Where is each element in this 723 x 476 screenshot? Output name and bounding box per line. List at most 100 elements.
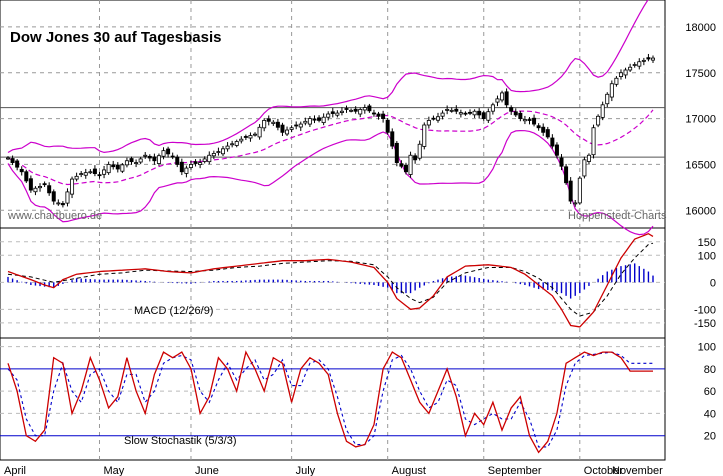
candle-body (88, 171, 93, 174)
macd-tick-label: 0 (710, 277, 716, 289)
watermark-left: www.chartbuero.de (7, 210, 102, 222)
candle-body (147, 155, 152, 159)
candle-body (156, 155, 161, 164)
stoch-tick-label: 100 (698, 342, 716, 354)
candle-body (532, 117, 537, 125)
candle-body (170, 155, 175, 158)
candle-body (596, 115, 601, 126)
candle-body (403, 164, 408, 173)
candle-body (138, 158, 143, 163)
candle-body (19, 168, 24, 173)
candle-body (271, 121, 276, 124)
candle-body (513, 111, 518, 116)
candle-body (243, 136, 248, 138)
y-axis-labels: 18000175001700016500160001501000-100-150… (685, 22, 716, 443)
candle-body (577, 177, 582, 204)
candle-body (234, 141, 239, 146)
candle-body (248, 135, 253, 139)
candle-body (321, 116, 326, 124)
chart-title: Dow Jones 30 auf Tagesbasis (10, 29, 221, 46)
candle-body (303, 120, 308, 124)
candle-body (79, 173, 84, 175)
candle-body (330, 111, 335, 114)
candle-body (24, 171, 29, 182)
candle-body (518, 112, 523, 119)
candle-body (65, 191, 70, 204)
month-label: April (4, 465, 26, 476)
candle-body (426, 120, 431, 126)
candle-body (120, 164, 125, 172)
candle-body (152, 156, 157, 162)
candle-body (385, 119, 390, 133)
candle-body (486, 111, 491, 121)
candle-body (641, 59, 646, 62)
candle-body (28, 178, 33, 191)
candle-body (536, 125, 541, 129)
candle-body (550, 137, 555, 147)
candle-body (344, 108, 349, 110)
candle-body (564, 166, 569, 184)
candle-body (70, 178, 75, 195)
candle-body (92, 168, 97, 174)
candle-body (605, 93, 610, 105)
candle-body (111, 164, 116, 168)
candle-body (541, 126, 546, 133)
candle-body (358, 109, 363, 115)
candle-body (184, 167, 189, 174)
candle-body (628, 66, 633, 71)
candle-body (339, 110, 344, 113)
candle-body (42, 183, 47, 186)
candle-body (298, 123, 303, 128)
candle-body (618, 72, 623, 77)
month-label: August (392, 465, 426, 476)
candle-body (161, 150, 166, 157)
stochastic-label: Slow Stochastik (5/3/3) (124, 435, 237, 447)
candle-body (6, 157, 11, 160)
candle-body (362, 107, 367, 111)
candle-body (399, 163, 404, 167)
candle-body (454, 108, 459, 112)
candle-body (335, 112, 340, 116)
candle-body (47, 185, 52, 194)
macd-tick-label: -100 (694, 304, 716, 316)
candle-body (275, 121, 280, 128)
candle-body (280, 124, 285, 133)
candle-body (285, 129, 290, 135)
candle-body (559, 157, 564, 167)
candle-body (646, 57, 651, 60)
candle-body (527, 119, 532, 121)
candle-body (431, 117, 436, 120)
candle-body (568, 180, 573, 202)
candle-body (422, 124, 427, 147)
candle-body (33, 187, 38, 193)
candle-body (262, 120, 267, 129)
candle-body (129, 158, 134, 163)
candle-body (83, 172, 88, 176)
macd-label: MACD (12/26/9) (134, 305, 213, 317)
candle-body (124, 160, 129, 166)
stoch-tick-label: 40 (704, 408, 716, 420)
candle-body (468, 111, 473, 114)
candle-body (651, 57, 656, 61)
candle-body (239, 138, 244, 142)
candle-body (417, 143, 422, 159)
price-tick-label: 17000 (685, 114, 716, 126)
candle-body (509, 107, 514, 112)
candle-body (312, 118, 317, 121)
candle-body (472, 110, 477, 116)
candle-body (15, 160, 20, 168)
candle-body (317, 117, 322, 121)
month-label: May (103, 465, 124, 476)
month-label: September (488, 465, 542, 476)
candle-body (463, 112, 468, 115)
candle-body (600, 104, 605, 118)
candle-body (193, 161, 198, 164)
candle-body (522, 119, 527, 122)
candle-body (445, 109, 450, 111)
stoch-tick-label: 20 (704, 431, 716, 443)
candle-body (134, 162, 139, 164)
x-axis-labels: April May June July August September OctoberNo… (4, 465, 663, 476)
candle-body (554, 144, 559, 156)
macd-tick-label: 150 (698, 237, 716, 249)
dow-jones-chart: 18000175001700016500160001501000-100-150… (0, 0, 716, 476)
